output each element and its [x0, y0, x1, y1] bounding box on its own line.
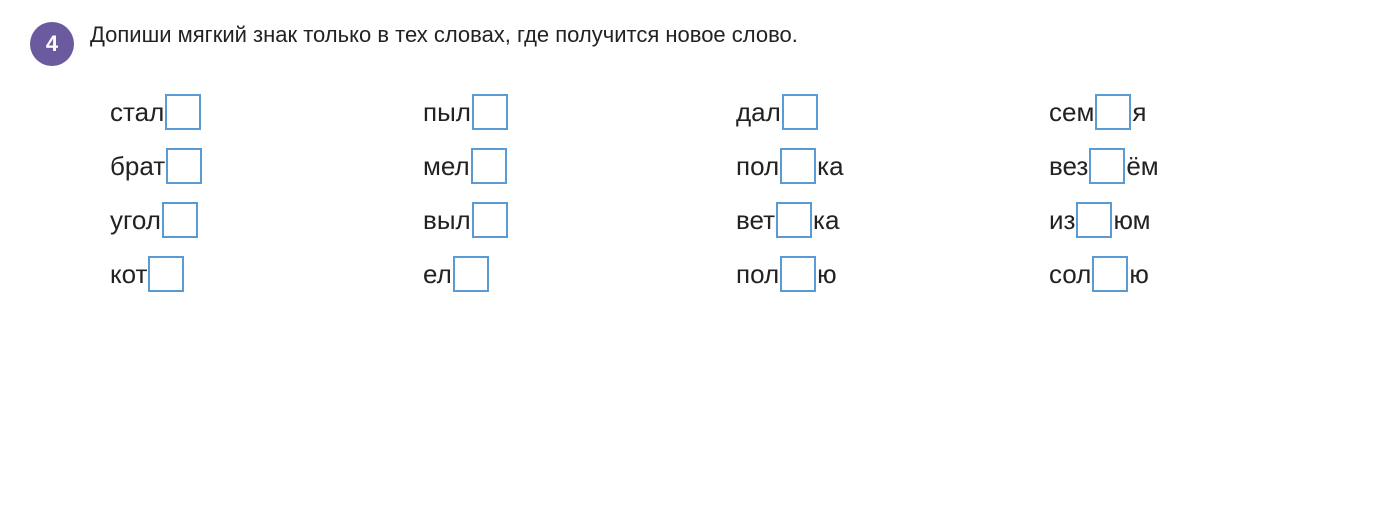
soft-sign-box[interactable] [165, 94, 201, 130]
list-item: дал [736, 94, 1049, 130]
word-before: выл [423, 205, 471, 236]
word-before: пыл [423, 97, 471, 128]
soft-sign-box[interactable] [1076, 202, 1112, 238]
word-before: ел [423, 259, 452, 290]
word-before: сем [1049, 97, 1094, 128]
list-item: стал [110, 94, 423, 130]
soft-sign-box[interactable] [782, 94, 818, 130]
word-before: стал [110, 97, 164, 128]
list-item: сол ю [1049, 256, 1362, 292]
list-item: кот [110, 256, 423, 292]
list-item: вез ём [1049, 148, 1362, 184]
soft-sign-box[interactable] [1092, 256, 1128, 292]
word-after: юм [1113, 205, 1150, 236]
soft-sign-box[interactable] [472, 94, 508, 130]
word-before: угол [110, 205, 161, 236]
word-column-3: дал пол ка вет ка пол ю [736, 94, 1049, 292]
list-item: пыл [423, 94, 736, 130]
word-column-2: пыл мел выл ел [423, 94, 736, 292]
soft-sign-box[interactable] [148, 256, 184, 292]
task-number: 4 [30, 22, 74, 66]
word-column-1: стал брат угол кот [110, 94, 423, 292]
soft-sign-box[interactable] [166, 148, 202, 184]
word-after: ка [817, 151, 843, 182]
word-before: мел [423, 151, 470, 182]
word-before: дал [736, 97, 781, 128]
word-before: из [1049, 205, 1075, 236]
list-item: сем я [1049, 94, 1362, 130]
task-instruction: Допиши мягкий знак только в тех словах, … [90, 20, 798, 51]
soft-sign-box[interactable] [472, 202, 508, 238]
word-after: ка [813, 205, 839, 236]
soft-sign-box[interactable] [162, 202, 198, 238]
word-after: ю [1129, 259, 1149, 290]
soft-sign-box[interactable] [780, 148, 816, 184]
list-item: вет ка [736, 202, 1049, 238]
task-header: 4 Допиши мягкий знак только в тех словах… [30, 20, 1362, 66]
list-item: из юм [1049, 202, 1362, 238]
soft-sign-box[interactable] [453, 256, 489, 292]
list-item: брат [110, 148, 423, 184]
word-before: брат [110, 151, 165, 182]
list-item: выл [423, 202, 736, 238]
word-after: я [1132, 97, 1146, 128]
word-before: вет [736, 205, 775, 236]
list-item: пол ю [736, 256, 1049, 292]
word-column-4: сем я вез ём из юм сол ю [1049, 94, 1362, 292]
soft-sign-box[interactable] [780, 256, 816, 292]
word-after: ю [817, 259, 837, 290]
list-item: ел [423, 256, 736, 292]
soft-sign-box[interactable] [1095, 94, 1131, 130]
word-before: вез [1049, 151, 1088, 182]
word-before: сол [1049, 259, 1091, 290]
list-item: угол [110, 202, 423, 238]
soft-sign-box[interactable] [1089, 148, 1125, 184]
word-before: кот [110, 259, 147, 290]
word-before: пол [736, 259, 779, 290]
list-item: пол ка [736, 148, 1049, 184]
word-after: ём [1126, 151, 1158, 182]
word-before: пол [736, 151, 779, 182]
list-item: мел [423, 148, 736, 184]
words-grid: стал брат угол кот пыл [30, 94, 1362, 292]
task-container: 4 Допиши мягкий знак только в тех словах… [30, 20, 1362, 292]
soft-sign-box[interactable] [776, 202, 812, 238]
soft-sign-box[interactable] [471, 148, 507, 184]
